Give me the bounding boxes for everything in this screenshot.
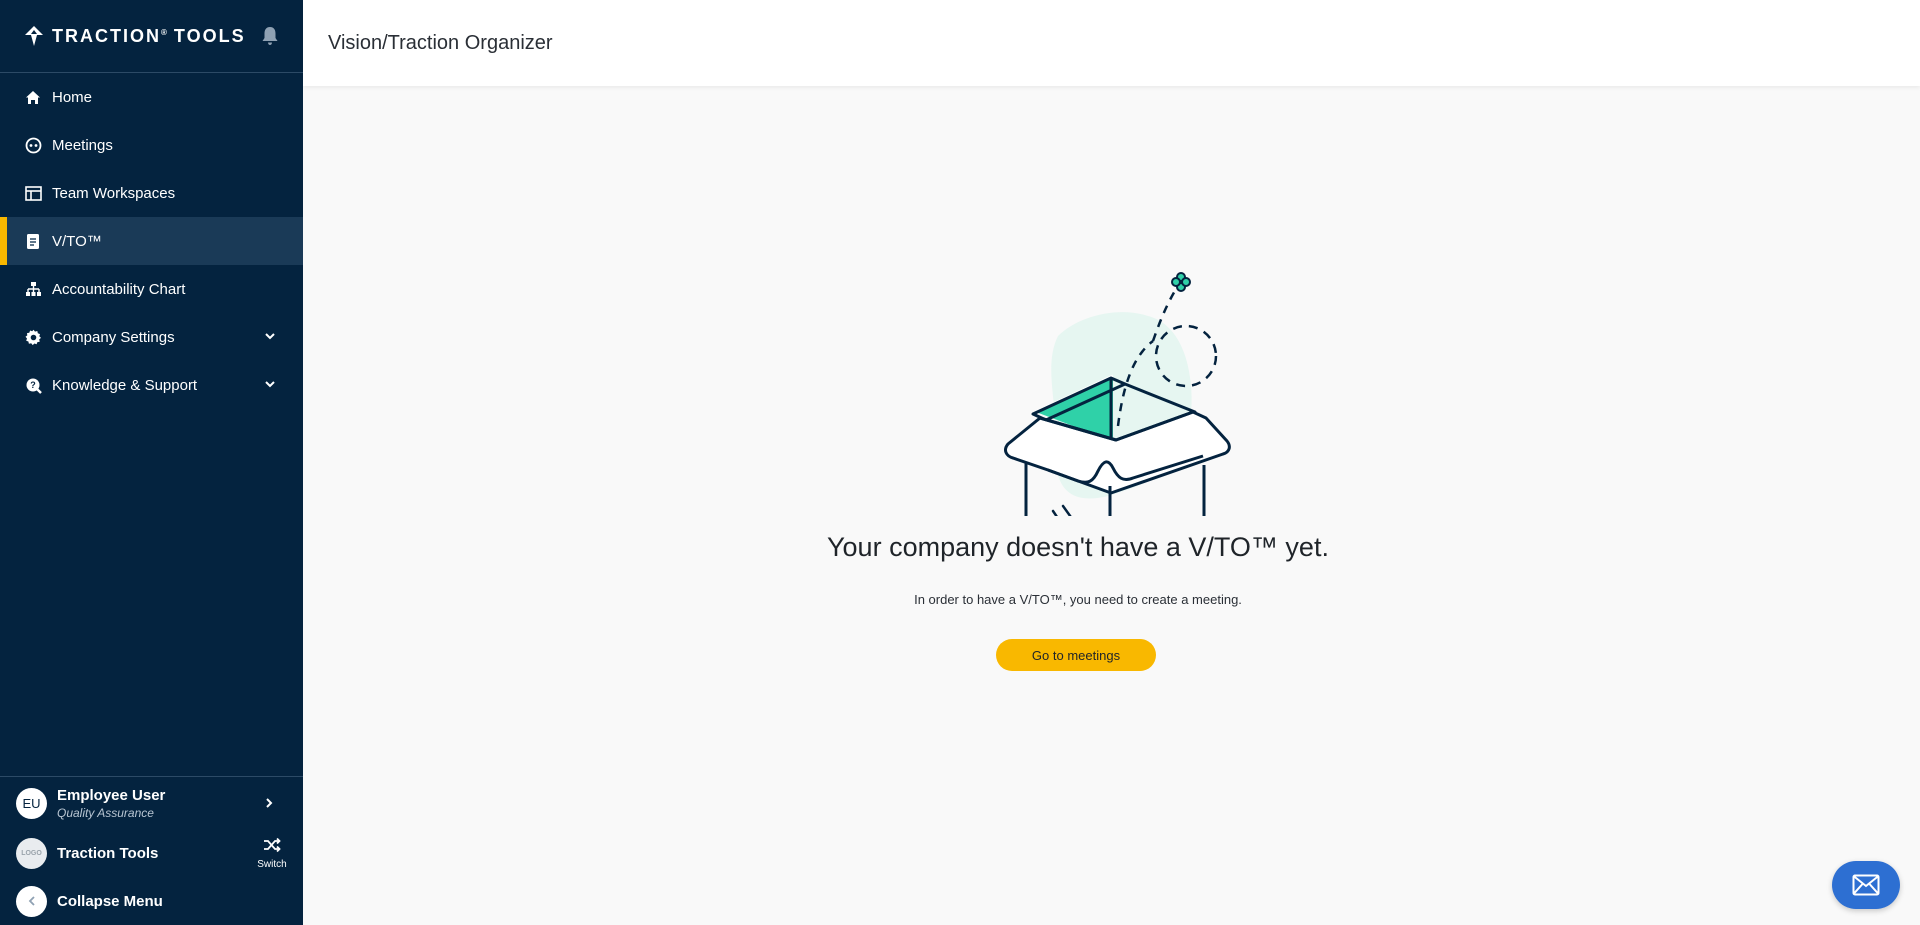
chevron-down-icon[interactable] [263, 329, 277, 343]
svg-text:?: ? [30, 380, 36, 390]
document-icon [27, 233, 39, 249]
brand-reg: ® [161, 27, 167, 37]
collapse-icon [16, 885, 47, 917]
switch-label: Switch [257, 859, 287, 870]
sidebar-nav: Home Meetings Team Workspaces V/TO™ Acco… [0, 73, 303, 409]
sidebar-item-label: Knowledge & Support [52, 376, 198, 394]
org-logo: LOGO [16, 837, 47, 869]
user-name: Employee User [57, 786, 166, 804]
switch-org-button[interactable]: Switch [255, 837, 289, 870]
sidebar-item-label: Company Settings [52, 328, 175, 346]
sidebar-footer: EU Employee User Quality Assurance LOGO … [0, 776, 303, 925]
brand-header: TRACTION® TOOLS [0, 0, 303, 73]
empty-box-illustration [1004, 272, 1231, 516]
meetings-icon [25, 137, 41, 153]
collapse-menu-button[interactable]: Collapse Menu [0, 877, 303, 925]
chevron-right-icon[interactable] [263, 796, 275, 810]
mail-icon [1852, 874, 1880, 896]
organization-row: LOGO Traction Tools Switch [0, 829, 303, 877]
sidebar: TRACTION® TOOLS Home Meetings Team Works… [0, 0, 303, 925]
bell-icon[interactable] [261, 26, 279, 46]
page-header: Vision/Traction Organizer [303, 0, 1920, 86]
sidebar-item-vto[interactable]: V/TO™ [0, 217, 303, 265]
traction-logo-icon [25, 26, 43, 46]
sidebar-item-label: Meetings [52, 136, 113, 154]
org-name: Traction Tools [57, 844, 159, 862]
sidebar-item-label: V/TO™ [52, 232, 102, 250]
workspace-icon [24, 185, 42, 201]
empty-state-headline: Your company doesn't have a V/TO™ yet. [827, 532, 1329, 562]
home-icon [26, 90, 40, 104]
sidebar-item-label: Home [52, 88, 93, 106]
sidebar-item-knowledge-support[interactable]: ? Knowledge & Support [0, 361, 303, 409]
sidebar-item-company-settings[interactable]: Company Settings [0, 313, 303, 361]
sidebar-item-accountability-chart[interactable]: Accountability Chart [0, 265, 303, 313]
sidebar-item-label: Team Workspaces [52, 184, 176, 202]
sidebar-item-label: Accountability Chart [52, 280, 186, 298]
brand-logo[interactable]: TRACTION® TOOLS [24, 25, 246, 47]
gear-icon [25, 329, 41, 345]
go-to-meetings-button[interactable]: Go to meetings [996, 639, 1156, 671]
user-role: Quality Assurance [57, 805, 154, 820]
avatar: EU [16, 787, 47, 819]
collapse-label: Collapse Menu [57, 892, 163, 910]
contact-support-button[interactable] [1832, 861, 1900, 909]
sidebar-item-home[interactable]: Home [0, 73, 303, 121]
page-title: Vision/Traction Organizer [328, 31, 553, 54]
sidebar-item-meetings[interactable]: Meetings [0, 121, 303, 169]
shuffle-icon [264, 837, 281, 853]
org-chart-icon [25, 282, 41, 296]
chevron-down-icon[interactable] [263, 377, 277, 391]
empty-state: Your company doesn't have a V/TO™ yet. I… [303, 86, 1920, 925]
brand-name: TRACTION [52, 25, 161, 46]
brand-suffix: TOOLS [173, 25, 246, 46]
user-profile[interactable]: EU Employee User Quality Assurance [0, 777, 303, 829]
empty-state-subtext: In order to have a V/TO™, you need to cr… [914, 592, 1242, 607]
sidebar-item-team-workspaces[interactable]: Team Workspaces [0, 169, 303, 217]
support-icon: ? [26, 378, 42, 394]
